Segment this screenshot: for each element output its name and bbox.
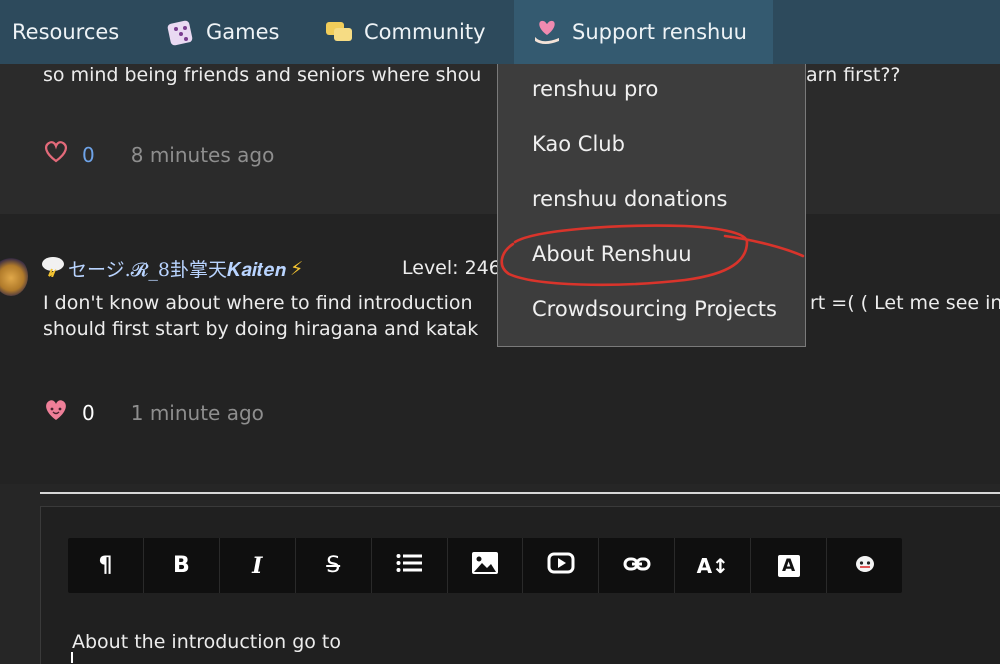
lightning-icon: ⚡ (290, 257, 304, 280)
like-count: 0 (82, 142, 95, 167)
comment-2-text-line1: I don't know about where to find introdu… (43, 292, 473, 314)
heart-outline-icon[interactable] (42, 140, 70, 169)
username-text: セージ.𝓡_8卦掌天𝑲𝒂𝒊𝒕𝒆𝒏 (68, 259, 287, 281)
kao-face-icon (854, 553, 876, 579)
video-icon (547, 552, 575, 580)
menu-item-crowdsourcing-projects[interactable]: Crowdsourcing Projects (532, 297, 777, 321)
paragraph-button[interactable]: ¶ (68, 538, 144, 593)
heart-hand-icon (532, 17, 562, 47)
font-size-button[interactable]: A↕ (675, 538, 752, 593)
nav-games[interactable]: Games (166, 0, 279, 64)
paragraph-icon: ¶ (98, 553, 113, 578)
menu-item-renshuu-pro[interactable]: renshuu pro (532, 77, 658, 101)
video-button[interactable] (523, 538, 600, 593)
post-timestamp: 8 minutes ago (130, 142, 275, 167)
support-dropdown-menu: renshuu pro Kao Club renshuu donations A… (497, 64, 806, 347)
image-button[interactable] (448, 538, 524, 593)
editor-content[interactable]: About the introduction go to (72, 631, 341, 653)
like-count: 0 (82, 400, 95, 425)
chat-bubbles-icon (324, 18, 354, 46)
italic-button[interactable]: I (220, 538, 296, 593)
strikethrough-icon: S (326, 553, 341, 578)
link-button[interactable] (599, 538, 676, 593)
dice-icon (166, 17, 196, 47)
link-icon (623, 553, 651, 578)
menu-item-kao-club[interactable]: Kao Club (532, 132, 625, 156)
font-size-icon: A↕ (696, 553, 729, 578)
username[interactable]: セージ.𝓡_8卦掌天𝑲𝒂𝒊𝒕𝒆𝒏 ⚡ (40, 255, 303, 282)
image-icon (471, 551, 498, 580)
nav-label-community: Community (364, 20, 486, 44)
font-color-button[interactable]: A (751, 538, 828, 593)
comment-2-text-continued: rt =( ( Let me see in (810, 292, 1000, 314)
top-navigation: Resources Games Community Support renshu… (0, 0, 1000, 64)
menu-item-renshuu-donations[interactable]: renshuu donations (532, 187, 727, 211)
comment-1-meta: 0 8 minutes ago (42, 140, 274, 169)
comment-2-meta: 0 1 minute ago (42, 398, 264, 427)
editor-toolbar: ¶ B I S A↕ A (68, 538, 902, 593)
nav-support-renshuu[interactable]: Support renshuu (514, 0, 773, 64)
bold-icon: B (172, 553, 190, 578)
bold-button[interactable]: B (144, 538, 220, 593)
comment-2-text-line2: should first start by doing hiragana and… (43, 318, 479, 340)
list-icon (396, 553, 423, 579)
annotation-circle (500, 224, 805, 287)
nav-resources[interactable]: Resources (0, 0, 119, 64)
list-button[interactable] (372, 538, 448, 593)
font-color-icon: A (777, 554, 800, 577)
user-level: Level: 246 (402, 257, 501, 279)
divider (40, 492, 1000, 494)
nav-community[interactable]: Community (324, 0, 486, 64)
text-cursor (71, 652, 73, 663)
italic-icon: I (252, 552, 263, 579)
strikethrough-button[interactable]: S (296, 538, 372, 593)
kao-button[interactable] (827, 538, 902, 593)
nav-label-resources: Resources (12, 20, 120, 44)
comment-1-text: so mind being friends and seniors where … (43, 64, 482, 86)
post-timestamp: 1 minute ago (130, 400, 264, 425)
nav-label-support: Support renshuu (572, 20, 747, 44)
nav-label-games: Games (206, 20, 280, 44)
comment-1-text-continued: arn first?? (806, 64, 901, 86)
storm-cloud-icon (40, 255, 66, 282)
heart-face-icon[interactable] (42, 398, 70, 427)
